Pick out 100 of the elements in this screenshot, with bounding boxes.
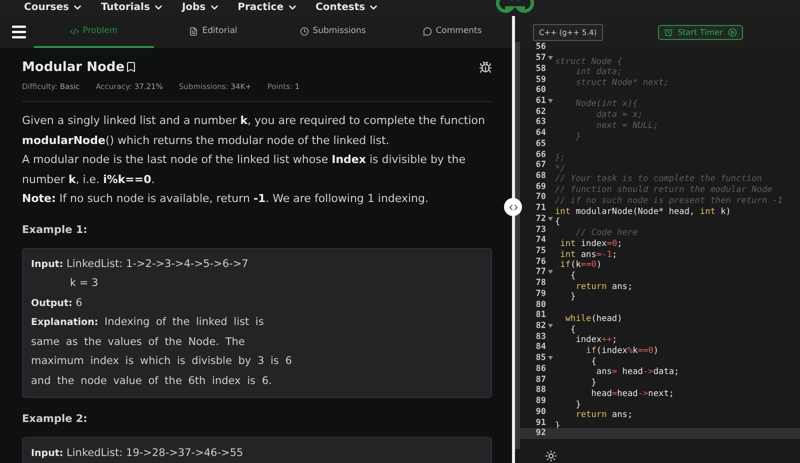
bookmark-icon[interactable] xyxy=(124,61,137,73)
tab[interactable]: Editorial xyxy=(154,16,273,48)
line-number: 84 xyxy=(534,342,546,352)
line-number: 81 xyxy=(534,310,546,320)
line-number: 86 xyxy=(534,364,546,374)
nav-label[interactable]: Contests xyxy=(316,1,366,14)
code-line: } xyxy=(574,132,581,142)
line-number: 65 xyxy=(534,138,546,149)
line-number: 85 xyxy=(534,353,546,364)
code-line: Node(int x){ xyxy=(574,99,638,110)
tab[interactable]: Comments xyxy=(392,16,512,48)
fold-arrow-icon[interactable] xyxy=(548,270,553,274)
line-number: 74 xyxy=(534,235,546,246)
code-line: { xyxy=(590,356,596,367)
start-timer-button[interactable]: Start Timer xyxy=(658,24,743,40)
line-number: 66 xyxy=(534,150,546,160)
code-line: return ans; xyxy=(574,410,633,420)
play-icon xyxy=(728,28,737,36)
line-number: 70 xyxy=(534,192,546,202)
fold-arrow-icon[interactable] xyxy=(548,356,553,360)
code-line: if(index%k==0) xyxy=(585,346,659,356)
speech-bubble-icon xyxy=(422,26,432,36)
code-line: next = NULL; xyxy=(595,120,658,131)
line-number: 80 xyxy=(534,300,546,310)
code-line: head=head->next; xyxy=(590,388,674,399)
example-text: k = 3 xyxy=(69,276,100,291)
nav-label[interactable]: Tutorials xyxy=(100,1,150,14)
fold-arrow-icon[interactable] xyxy=(548,216,553,221)
line-number: 62 xyxy=(534,106,546,117)
alarm-clock-icon xyxy=(664,28,673,36)
problem-paragraph: A modular node is the last node of the linked list whose Index is divisible by the number k, i.e. i%k==0. xyxy=(22,152,466,188)
example-text: Explanation: Indexing of the linked list is same as the values of the Node. The maximum index is which is divisble by 3 is 6 and the node value of the 6th index is 6. xyxy=(31,315,293,388)
code-line: // if no such node is present then return -1 xyxy=(555,196,783,206)
problem-paragraph: Given a singly linked list and a number k, you are required to complete the function modularNode() which returns the modular node of the linked list. xyxy=(22,113,486,148)
line-number: 58 xyxy=(534,64,546,74)
fold-arrow-icon[interactable] xyxy=(548,98,553,103)
code-line: } xyxy=(570,292,576,302)
line-number: 83 xyxy=(534,332,546,342)
code-line: ans= head->data; xyxy=(596,367,680,378)
line-number: 60 xyxy=(534,85,546,96)
line-number: 57 xyxy=(534,53,546,64)
line-number: 78 xyxy=(534,278,546,288)
code-line: int index=0; xyxy=(559,238,622,249)
problem-paragraph: Note: If no such node is available, return -1. We are following 1 indexing. xyxy=(22,191,430,207)
code-line: { xyxy=(555,217,560,228)
line-number: 61 xyxy=(534,96,546,106)
line-number: 67 xyxy=(534,160,546,170)
nav-label[interactable]: Practice xyxy=(238,1,284,14)
fold-arrow-icon[interactable] xyxy=(548,56,553,60)
problem-title: Modular Node xyxy=(22,60,125,74)
fold-arrow-icon[interactable] xyxy=(548,324,553,328)
example-text: Output: 6 xyxy=(31,296,84,310)
code-line: if(k==0) xyxy=(559,260,602,270)
line-number: 72 xyxy=(534,214,546,224)
code-line: }; xyxy=(555,153,566,164)
line-number: 63 xyxy=(534,117,546,128)
logo-icon xyxy=(494,0,536,14)
tab[interactable]: Submissions xyxy=(273,16,392,48)
line-number: 64 xyxy=(534,128,546,138)
code-icon xyxy=(70,26,79,36)
example-heading: Example 1: xyxy=(22,224,88,236)
line-number: 90 xyxy=(534,406,546,417)
code-line: { xyxy=(570,324,576,335)
line-number: 75 xyxy=(534,246,546,256)
code-line: int modularNode(Node* head, int k) xyxy=(555,206,731,217)
code-line: struct Node { xyxy=(555,56,622,67)
code-line: data = x; xyxy=(595,110,643,120)
example-text: Input: LinkedList: 1->2->3->4->5->6->7 xyxy=(31,256,250,272)
code-line: { xyxy=(570,270,576,281)
bug-icon[interactable] xyxy=(479,60,492,74)
line-number: 56 xyxy=(534,42,546,52)
code-line: return ans; xyxy=(575,282,633,292)
line-number: 77 xyxy=(534,267,546,278)
example-text: Input: LinkedList: 19->28->37->46->55 xyxy=(31,446,244,461)
line-number: 59 xyxy=(534,74,546,85)
code-line: while(head) xyxy=(564,314,622,324)
line-number: 69 xyxy=(534,182,546,192)
line-number: 68 xyxy=(534,170,546,181)
code-line: } xyxy=(590,378,596,388)
code-line: int ans=-1; xyxy=(559,250,618,260)
nav-label[interactable]: Jobs xyxy=(182,1,206,14)
line-number: 89 xyxy=(534,396,546,406)
code-line: struct Node* next; xyxy=(574,78,669,88)
code-line: // function should return the modular Node xyxy=(555,185,772,196)
line-number: 76 xyxy=(534,256,546,267)
code-line: // Code here xyxy=(574,228,638,238)
nav-label[interactable]: Courses xyxy=(24,1,69,14)
line-number: 82 xyxy=(534,321,546,332)
line-number: 71 xyxy=(534,203,546,214)
line-number: 73 xyxy=(534,224,546,235)
sun-icon[interactable] xyxy=(545,450,557,462)
line-number: 88 xyxy=(534,385,546,396)
code-line: int data; xyxy=(574,67,622,78)
line-number: 87 xyxy=(534,374,546,385)
code-line: */ xyxy=(555,164,566,174)
document-icon xyxy=(189,26,198,36)
example-heading: Example 2: xyxy=(22,413,88,425)
line-number: 79 xyxy=(534,288,546,299)
line-number: 92 xyxy=(534,428,546,438)
tab[interactable]: Problem xyxy=(34,16,154,48)
